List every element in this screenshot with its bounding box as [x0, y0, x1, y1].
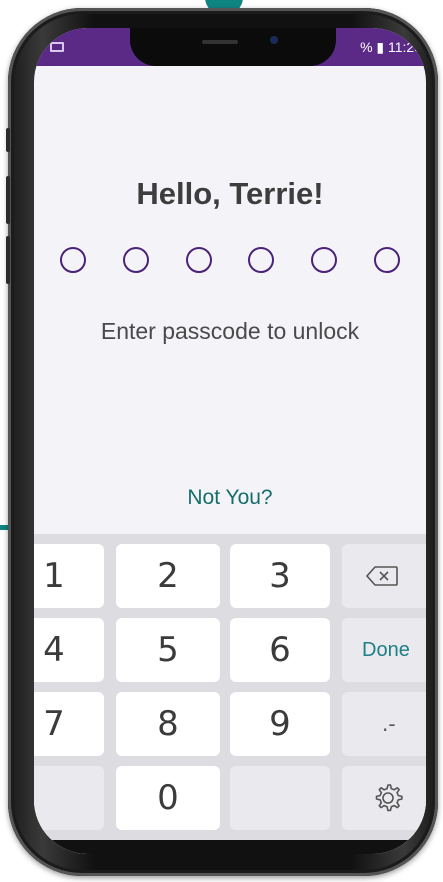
key-label: 4 [43, 630, 65, 670]
phone-screen: % ▮ 11:28 Hello, Terrie! Enter passcode … [34, 28, 426, 854]
blank-key-right [230, 766, 330, 830]
numeric-keypad: 1 2 3 4 5 6 Done 7 8 9 .- 0 [34, 534, 426, 854]
key-label: 9 [269, 704, 291, 744]
passcode-dot [122, 247, 149, 273]
key-label: 8 [157, 704, 179, 744]
key-3[interactable]: 3 [230, 544, 330, 608]
backspace-key[interactable] [342, 544, 426, 608]
key-4[interactable]: 4 [34, 618, 104, 682]
key-2[interactable]: 2 [116, 544, 220, 608]
not-you-link[interactable]: Not You? [34, 486, 426, 510]
volume-button [6, 128, 10, 152]
passcode-dot [373, 247, 400, 273]
key-9[interactable]: 9 [230, 692, 330, 756]
key-8[interactable]: 8 [116, 692, 220, 756]
key-label: 3 [269, 556, 291, 596]
status-text: % ▮ 11:28 [360, 39, 422, 55]
done-key[interactable]: Done [342, 618, 426, 682]
speaker-grille [202, 40, 238, 44]
key-6[interactable]: 6 [230, 618, 330, 682]
notch [130, 28, 336, 66]
passcode-dot [60, 247, 86, 273]
key-label: 1 [43, 556, 65, 596]
settings-key[interactable] [342, 766, 426, 830]
volume-down-button [6, 236, 10, 284]
gear-icon [375, 784, 403, 812]
done-label: Done [362, 638, 410, 661]
blank-key-left [34, 766, 104, 830]
passcode-dot [248, 247, 275, 273]
backspace-icon [365, 566, 398, 586]
front-camera-icon [270, 36, 278, 44]
key-1[interactable]: 1 [34, 544, 104, 608]
key-7[interactable]: 7 [34, 692, 104, 756]
passcode-dot [311, 247, 338, 273]
key-label: 2 [157, 556, 179, 596]
key-0[interactable]: 0 [116, 766, 220, 830]
screen-bottom-edge [34, 840, 426, 854]
passcode-dot [185, 247, 212, 273]
greeting-title: Hello, Terrie! [136, 176, 324, 211]
status-indicators: % ▮ 11:28 [360, 39, 422, 56]
punctuation-key[interactable]: .- [342, 692, 426, 756]
key-5[interactable]: 5 [116, 618, 220, 682]
notification-icon [50, 42, 64, 52]
punctuation-label: .- [382, 712, 396, 736]
key-label: 7 [43, 704, 65, 744]
stage: % ▮ 11:28 Hello, Terrie! Enter passcode … [0, 0, 443, 882]
key-label: 6 [269, 630, 291, 670]
passcode-dots [60, 247, 400, 273]
key-label: 5 [157, 630, 179, 670]
passcode-instruction: Enter passcode to unlock [100, 318, 360, 344]
key-label: 0 [157, 778, 179, 818]
volume-up-button [6, 176, 10, 224]
